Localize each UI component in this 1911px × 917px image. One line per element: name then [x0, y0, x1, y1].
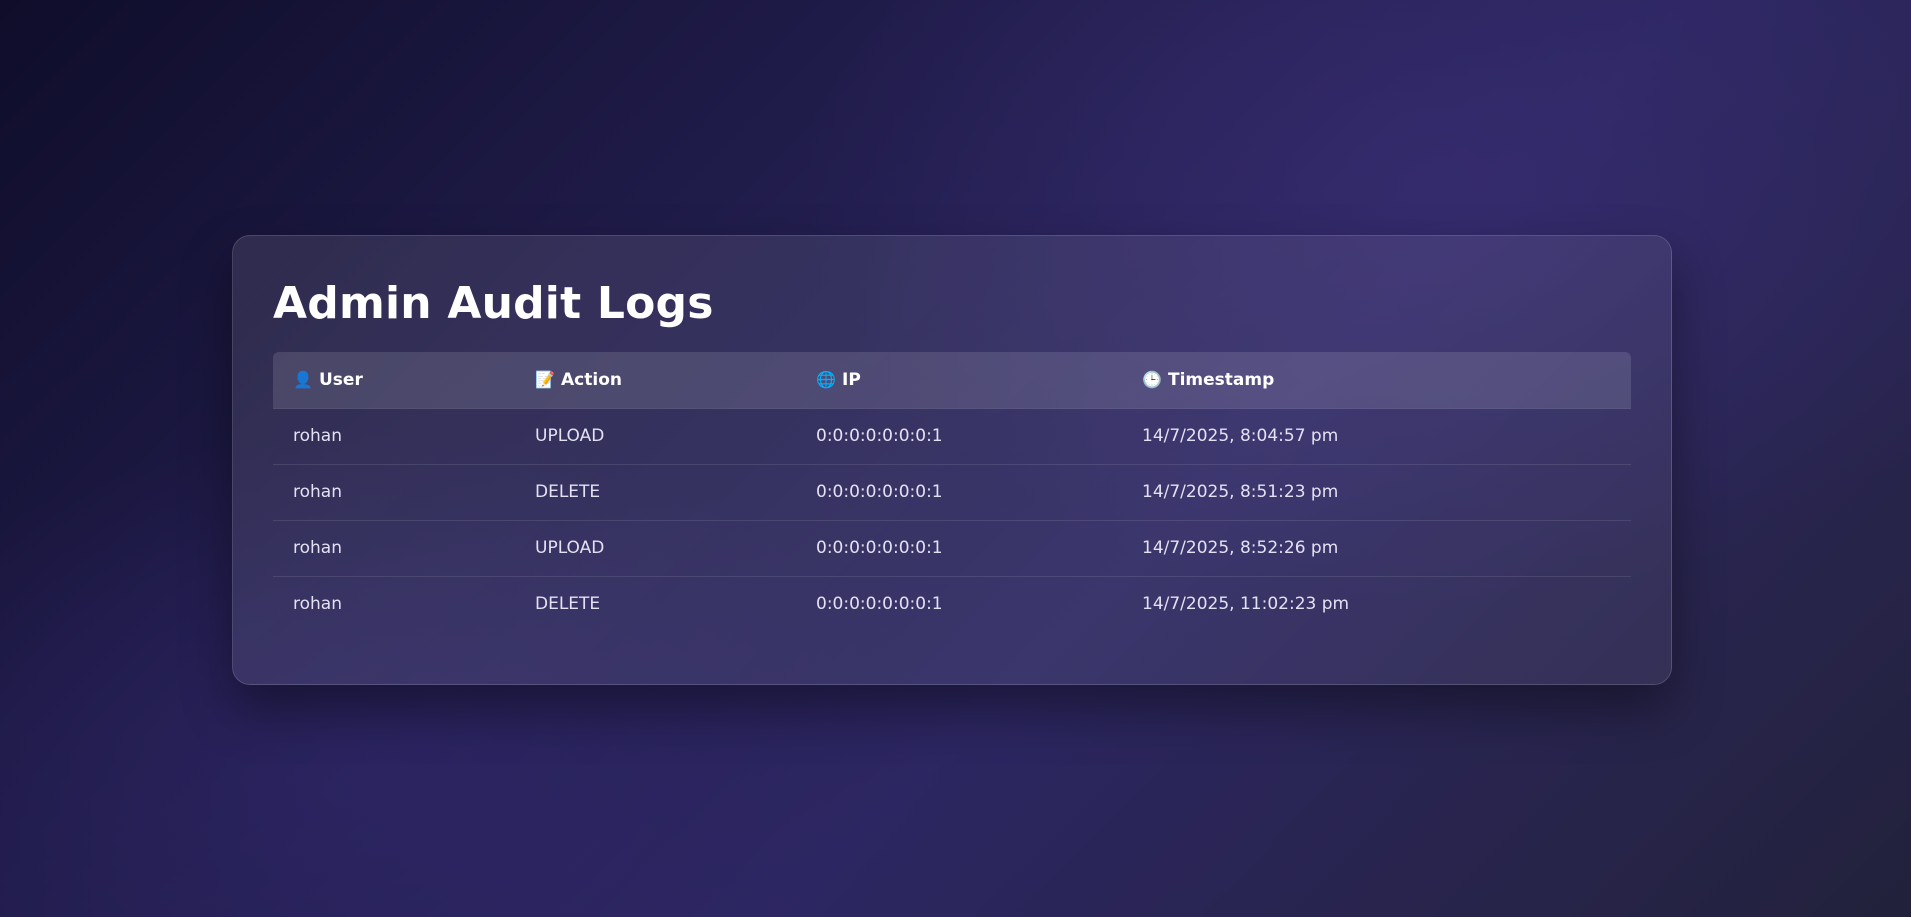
page-title: Admin Audit Logs	[273, 278, 714, 329]
audit-logs-table: 👤 User 📝 Action 🌐 IP 🕒 Timestamp rohan UPLOA…	[273, 352, 1631, 632]
memo-icon: 📝	[535, 369, 555, 389]
user-icon: 👤	[293, 369, 313, 389]
cell-timestamp: 14/7/2025, 11:02:23 pm	[1142, 594, 1350, 615]
column-header-action: 📝 Action	[515, 352, 796, 409]
clock-icon: 🕒	[1142, 369, 1162, 389]
globe-icon: 🌐	[816, 369, 836, 389]
cell-timestamp: 14/7/2025, 8:51:23 pm	[1122, 464, 1631, 521]
table-row: rohan DELETE 0:0:0:0:0:0:0:1 14/7/2025, …	[273, 576, 1631, 632]
column-header-ip: 🌐 IP	[796, 352, 1122, 409]
cell-ip: 0:0:0:0:0:0:0:1	[796, 408, 1122, 465]
cell-user: rohan	[293, 594, 342, 615]
cell-timestamp: 14/7/2025, 8:52:26 pm	[1122, 520, 1631, 577]
column-header-label: IP	[842, 369, 861, 390]
table-header: 👤 User 📝 Action 🌐 IP 🕒 Timestamp	[273, 352, 1631, 409]
cell-ip: 0:0:0:0:0:0:0:1	[796, 520, 1122, 577]
cell-ip: 0:0:0:0:0:0:0:1	[816, 594, 943, 615]
cell-action: DELETE	[515, 464, 796, 521]
table-header-row: 👤 User 📝 Action 🌐 IP 🕒 Timestamp	[273, 352, 1631, 409]
audit-logs-card: Admin Audit Logs 👤 User 📝 Action 🌐 IP 🕒 Time…	[232, 235, 1672, 685]
column-header-label: Action	[561, 369, 622, 390]
table-row: rohan UPLOAD 0:0:0:0:0:0:0:1 14/7/2025, …	[273, 408, 1631, 465]
column-header-timestamp: 🕒 Timestamp	[1122, 352, 1631, 409]
column-header-label: Timestamp	[1168, 369, 1275, 390]
cell-user: rohan	[273, 464, 515, 521]
cell-action: UPLOAD	[515, 520, 796, 577]
column-header-label: User	[319, 369, 363, 390]
table-body: rohan UPLOAD 0:0:0:0:0:0:0:1 14/7/2025, …	[273, 408, 1631, 632]
table-row: rohan UPLOAD 0:0:0:0:0:0:0:1 14/7/2025, …	[273, 520, 1631, 577]
cell-action: UPLOAD	[515, 408, 796, 465]
cell-action: DELETE	[535, 594, 601, 615]
cell-ip: 0:0:0:0:0:0:0:1	[796, 464, 1122, 521]
table-row: rohan DELETE 0:0:0:0:0:0:0:1 14/7/2025, …	[273, 464, 1631, 521]
cell-user: rohan	[273, 408, 515, 465]
column-header-user: 👤 User	[273, 352, 515, 409]
cell-timestamp: 14/7/2025, 8:04:57 pm	[1122, 408, 1631, 465]
cell-user: rohan	[273, 520, 515, 577]
